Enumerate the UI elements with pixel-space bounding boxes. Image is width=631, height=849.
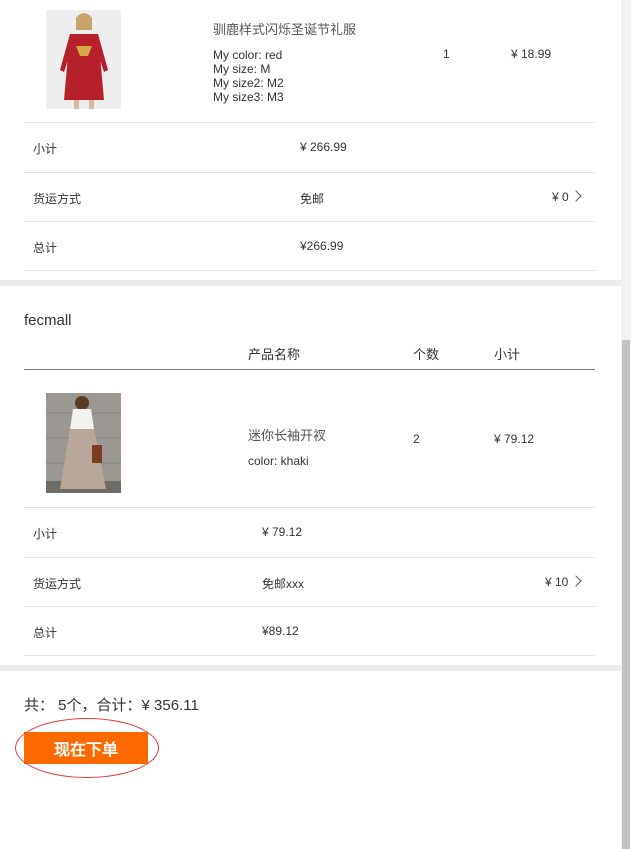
store2-total-value: ¥89.12 [262, 624, 299, 638]
order-summary: 共： 5个，合计：¥ 356.11 [24, 697, 199, 714]
item1-option-size2: My size2: M2 [213, 76, 284, 90]
item1-option-size: My size: M [213, 62, 271, 76]
item1-qty: 1 [443, 47, 450, 61]
product-image-red-dress[interactable] [46, 10, 121, 109]
store1-subtotal-label: 小计 [33, 142, 58, 156]
divider [24, 557, 595, 558]
store1-total-label: 总计 [33, 241, 58, 255]
chevron-right-icon[interactable] [570, 190, 582, 202]
scrollbar-thumb[interactable] [622, 340, 630, 849]
divider [24, 606, 595, 607]
divider [24, 507, 595, 508]
store-name: fecmall [24, 312, 72, 329]
item1-option-size3: My size3: M3 [213, 90, 284, 104]
store1-shipping-label: 货运方式 [33, 192, 82, 206]
store2-shipping-cost: ¥ 10 [545, 575, 569, 589]
store2-shipping-label: 货运方式 [33, 577, 82, 591]
store1-shipping-cost: ¥ 0 [552, 190, 569, 204]
checkout-page: 驯鹿样式闪烁圣诞节礼服 My color: red My size: M My … [0, 0, 621, 849]
column-header-product: 产品名称 [248, 347, 301, 362]
highlight-annotation [15, 718, 159, 778]
item2-name[interactable]: 迷你长袖开衩 [248, 425, 326, 444]
item2-price: ¥ 79.12 [494, 432, 535, 446]
scrollbar[interactable] [621, 0, 631, 849]
item1-price: ¥ 18.99 [511, 47, 552, 61]
column-header-qty: 个数 [413, 347, 440, 362]
section-separator [0, 280, 621, 286]
store2-subtotal-label: 小计 [33, 527, 58, 541]
store1-shipping-method: 免邮 [300, 192, 325, 206]
chevron-right-icon[interactable] [570, 575, 582, 587]
store2-subtotal-value: ¥ 79.12 [262, 525, 303, 539]
column-header-subtotal: 小计 [494, 347, 521, 362]
divider [24, 655, 595, 656]
item2-option-color: color: khaki [248, 454, 309, 468]
store2-shipping-method: 免邮xxx [262, 577, 305, 591]
item1-option-color: My color: red [213, 48, 283, 62]
store1-total-value: ¥266.99 [300, 239, 344, 253]
item1-name[interactable]: 驯鹿样式闪烁圣诞节礼服 [213, 19, 356, 38]
header-divider [24, 369, 595, 370]
divider [24, 221, 595, 222]
item2-qty: 2 [413, 432, 420, 446]
section-separator [0, 665, 621, 671]
product-image-maxi-dress[interactable] [46, 393, 121, 493]
store2-total-label: 总计 [33, 626, 58, 640]
store1-subtotal-value: ¥ 266.99 [300, 140, 347, 154]
divider [24, 172, 595, 173]
divider [24, 122, 595, 123]
divider [24, 270, 595, 271]
